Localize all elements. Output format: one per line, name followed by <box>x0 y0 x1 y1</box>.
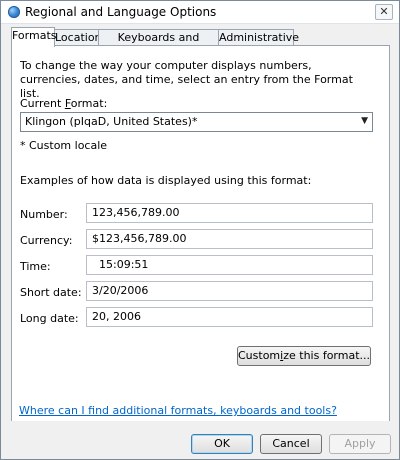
window-title: Regional and Language Options <box>25 5 217 19</box>
custom-locale-note: * Custom locale <box>20 139 108 152</box>
current-format-value: Klingon (pIqaD, United States)* <box>25 115 198 128</box>
current-format-dropdown[interactable]: Klingon (pIqaD, United States)* ▼ <box>20 112 373 132</box>
tab-keyboards-and-languages[interactable]: Keyboards and Languages <box>98 29 219 60</box>
short-date-example-value: 3/20/2006 <box>92 284 149 297</box>
label-part: ze this format... <box>283 349 371 362</box>
long-date-example-field: 20, 2006 <box>86 307 373 327</box>
time-example-value: ​ ﻿ 15:09:51 <box>92 258 149 271</box>
cancel-button[interactable]: Cancel <box>260 434 322 454</box>
time-label: Time: <box>20 260 51 273</box>
tab-administrative[interactable]: Administrative <box>218 29 299 46</box>
currency-example-value: $123,456,789.00 <box>92 232 187 245</box>
number-example-field: 123,456,789.00 <box>86 203 373 223</box>
short-date-label: Short date: <box>20 286 82 299</box>
long-date-example-value: 20, 2006 <box>92 310 141 323</box>
time-example-field: ​ ﻿ 15:09:51 <box>86 255 373 275</box>
examples-heading: Examples of how data is displayed using … <box>20 174 312 187</box>
ok-button[interactable]: OK <box>191 434 253 454</box>
help-link[interactable]: Where can I find additional formats, key… <box>19 404 337 417</box>
currency-label: Currency: <box>20 234 73 247</box>
dropdown-arrow-icon[interactable]: ▼ <box>361 116 368 126</box>
customize-format-button[interactable]: Customize this format... <box>237 346 371 366</box>
label-part: Current <box>20 97 65 110</box>
long-date-label: Long date: <box>20 312 79 325</box>
current-format-label: Current Format: <box>20 97 107 110</box>
label-part: Custom <box>238 349 281 362</box>
formats-intro-text: To change the way your computer displays… <box>20 59 353 100</box>
apply-button[interactable]: Apply <box>329 434 391 454</box>
tab-location[interactable]: Location <box>54 29 102 46</box>
formats-panel: To change the way your computer displays… <box>11 45 390 422</box>
title-bar: Regional and Language Options ✕ <box>1 1 399 24</box>
short-date-example-field: 3/20/2006 <box>86 281 373 301</box>
regional-language-dialog: Regional and Language Options ✕ Formats … <box>0 0 400 460</box>
label-part: ormat: <box>70 97 108 110</box>
number-example-value: 123,456,789.00 <box>92 206 180 219</box>
number-label: Number: <box>20 208 68 221</box>
currency-example-field: $123,456,789.00 <box>86 229 373 249</box>
globe-icon <box>8 6 20 18</box>
dialog-footer: OK Cancel Apply <box>1 421 399 459</box>
tab-formats[interactable]: Formats <box>11 27 57 47</box>
close-button[interactable]: ✕ <box>375 4 393 20</box>
